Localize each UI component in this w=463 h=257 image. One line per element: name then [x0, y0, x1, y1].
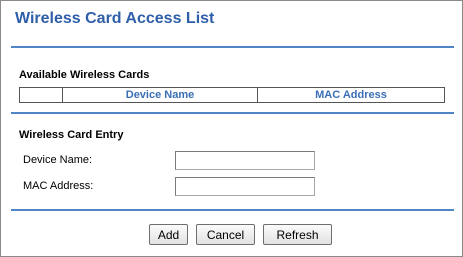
- device-name-column-header: Device Name: [62, 87, 258, 103]
- card-entry-heading: Wireless Card Entry: [19, 129, 124, 141]
- refresh-button[interactable]: Refresh: [263, 224, 332, 245]
- device-name-label: Device Name:: [23, 154, 93, 166]
- select-column-header: [19, 87, 63, 103]
- mac-address-label: MAC Address:: [23, 180, 94, 192]
- device-name-input[interactable]: [175, 151, 315, 170]
- page-title: Wireless Card Access List: [15, 10, 215, 27]
- entry-divider: [11, 209, 454, 211]
- title-divider: [11, 46, 454, 48]
- panel-frame: Wireless Card Access List Available Wire…: [0, 0, 463, 257]
- add-button[interactable]: Add: [149, 224, 188, 245]
- cancel-button[interactable]: Cancel: [196, 224, 255, 245]
- available-cards-heading: Available Wireless Cards: [19, 69, 150, 81]
- mac-address-input[interactable]: [175, 177, 315, 196]
- list-divider: [11, 112, 454, 114]
- available-cards-table: Device Name MAC Address: [19, 87, 445, 103]
- mac-address-column-header: MAC Address: [257, 87, 445, 103]
- table-header-row: Device Name MAC Address: [19, 87, 445, 103]
